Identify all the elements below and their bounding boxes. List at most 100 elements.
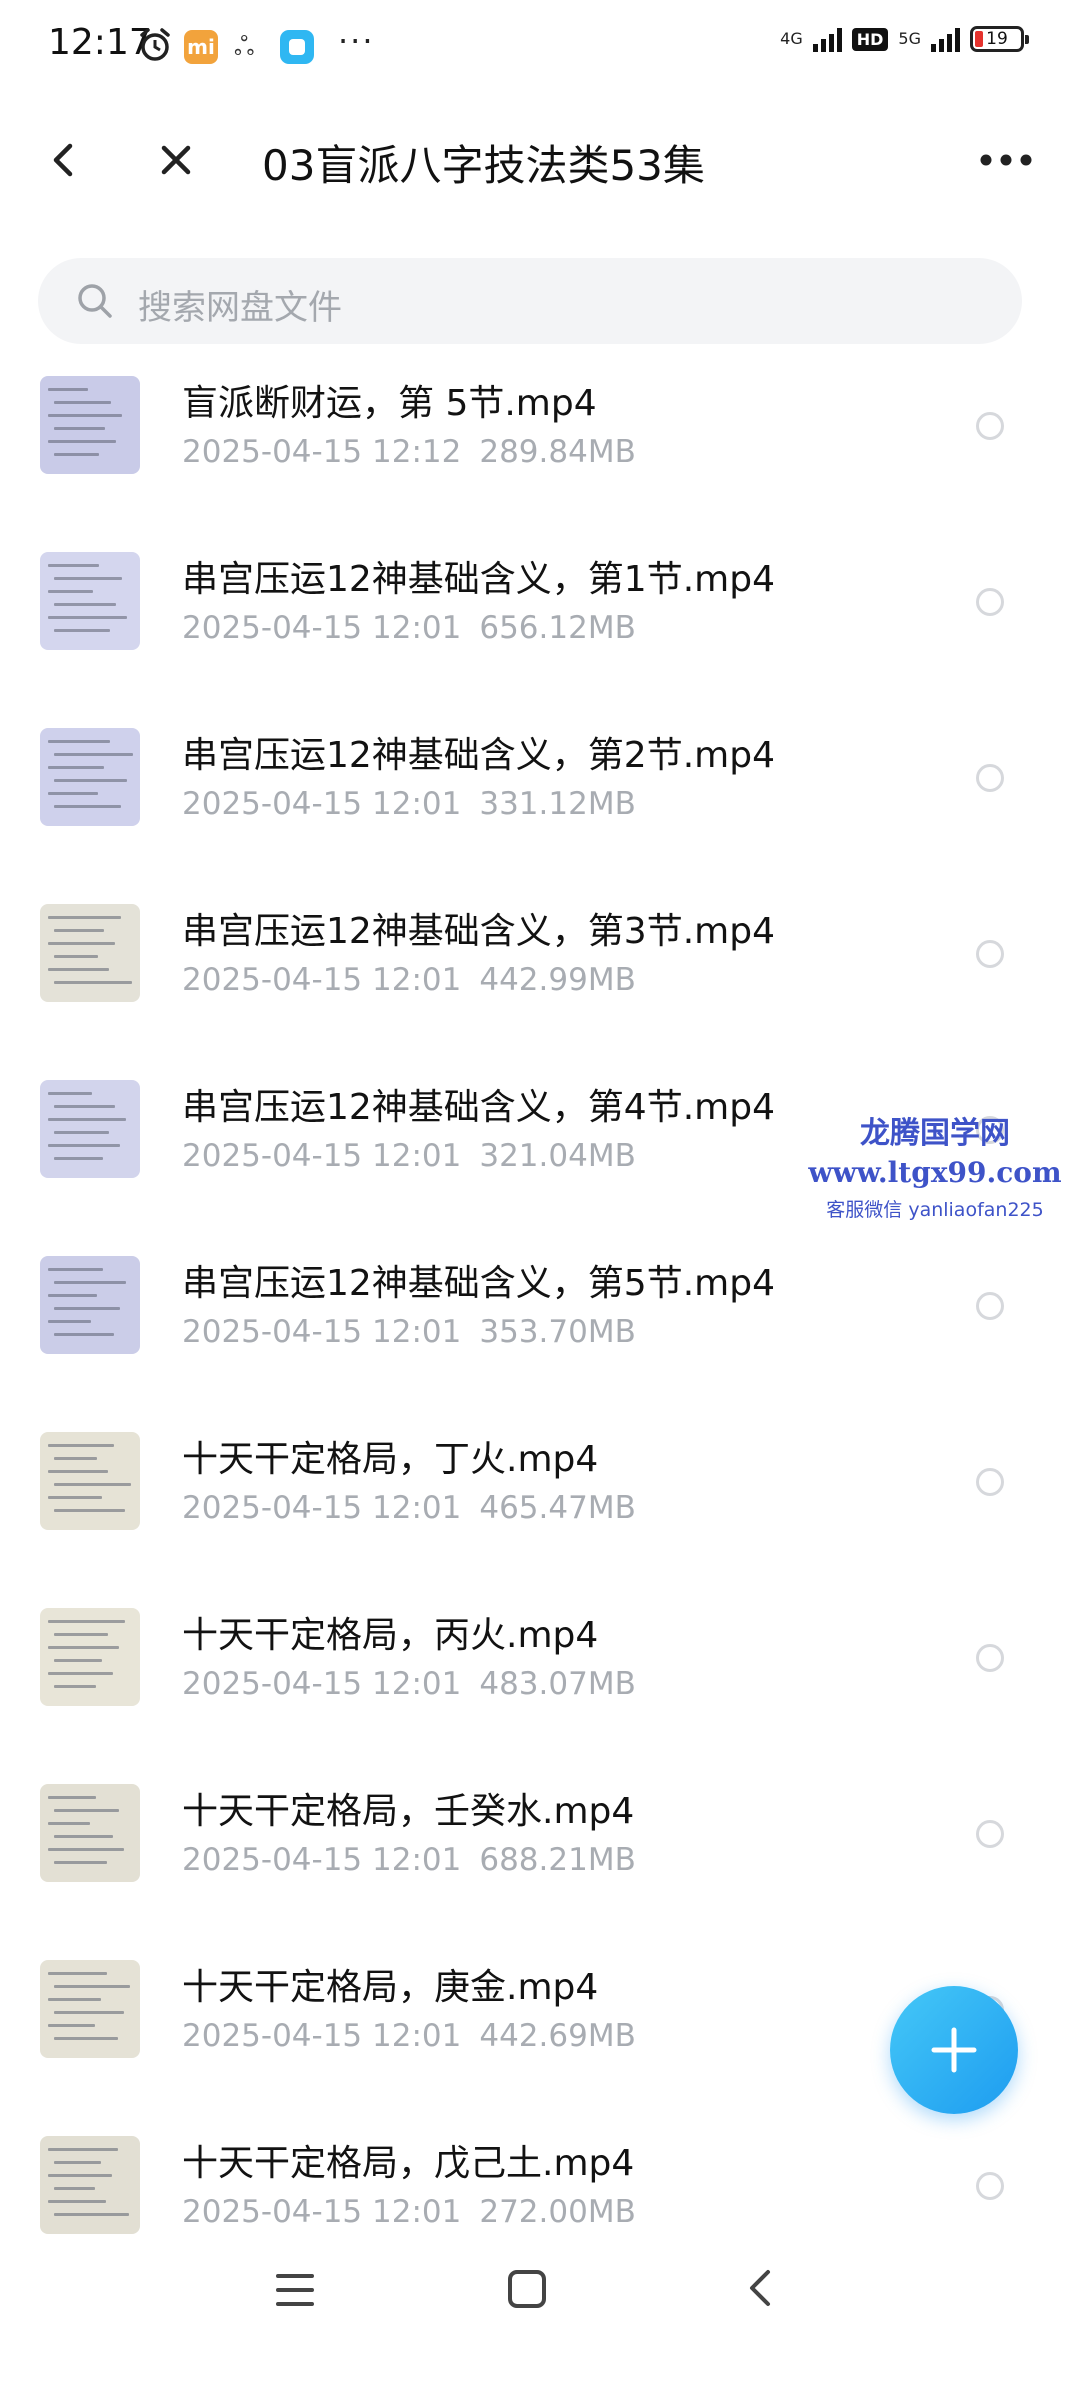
file-name: 串宫压运12神基础含义，第5节.mp4 bbox=[182, 1263, 775, 1304]
file-date: 2025-04-15 12:01 bbox=[182, 2194, 462, 2230]
file-meta: 2025-04-15 12:12 289.84MB bbox=[182, 434, 636, 470]
file-row[interactable]: 十天干定格局，丙火.mp4 2025-04-15 12:01 483.07MB bbox=[0, 1584, 1080, 1760]
home-square-icon[interactable] bbox=[504, 2266, 550, 2312]
select-checkbox[interactable] bbox=[976, 940, 1004, 968]
video-thumbnail bbox=[40, 1080, 140, 1178]
file-meta: 2025-04-15 12:01 442.99MB bbox=[182, 962, 636, 998]
alarm-icon bbox=[140, 28, 170, 61]
cloud-app-icon: ஃ bbox=[234, 32, 255, 62]
mi-app-icon: mi bbox=[184, 30, 218, 64]
network-5g-label: 5G bbox=[898, 29, 921, 48]
status-bar: 12:17 mi ஃ ··· 4G HD 5G 19 bbox=[0, 0, 1080, 92]
video-thumbnail bbox=[40, 552, 140, 650]
file-row[interactable]: 串宫压运12神基础含义，第1节.mp4 2025-04-15 12:01 656.1… bbox=[0, 528, 1080, 704]
watermark-url: www.ltgx99.com bbox=[808, 1156, 1062, 1189]
file-name: 十天干定格局，丙火.mp4 bbox=[182, 1615, 599, 1656]
signal-5g-icon bbox=[931, 26, 960, 52]
file-date: 2025-04-15 12:01 bbox=[182, 1490, 462, 1526]
search-placeholder: 搜索网盘文件 bbox=[138, 288, 342, 328]
file-size: 321.04MB bbox=[479, 1138, 636, 1174]
file-meta: 2025-04-15 12:01 442.69MB bbox=[182, 2018, 636, 2054]
file-size: 331.12MB bbox=[479, 786, 636, 822]
file-row[interactable]: 十天干定格局，丁火.mp4 2025-04-15 12:01 465.47MB bbox=[0, 1408, 1080, 1584]
file-meta: 2025-04-15 12:01 483.07MB bbox=[182, 1666, 636, 1702]
video-thumbnail bbox=[40, 1432, 140, 1530]
network-4g-label: 4G bbox=[780, 29, 803, 48]
file-name: 串宫压运12神基础含义，第4节.mp4 bbox=[182, 1087, 775, 1128]
file-name: 十天干定格局，丁火.mp4 bbox=[182, 1439, 599, 1480]
watermark-site-name: 龙腾国学网 bbox=[860, 1116, 1010, 1151]
file-name: 十天干定格局，戊己土.mp4 bbox=[182, 2143, 635, 2184]
file-size: 465.47MB bbox=[479, 1490, 636, 1526]
plus-icon bbox=[931, 2027, 977, 2073]
select-checkbox[interactable] bbox=[976, 412, 1004, 440]
select-checkbox[interactable] bbox=[976, 1644, 1004, 1672]
add-button[interactable] bbox=[890, 1986, 1018, 2114]
file-date: 2025-04-15 12:01 bbox=[182, 2018, 462, 2054]
video-thumbnail bbox=[40, 1608, 140, 1706]
video-thumbnail bbox=[40, 376, 140, 474]
file-name: 串宫压运12神基础含义，第2节.mp4 bbox=[182, 735, 775, 776]
search-input[interactable]: 搜索网盘文件 bbox=[38, 258, 1022, 344]
file-date: 2025-04-15 12:01 bbox=[182, 1138, 462, 1174]
file-meta: 2025-04-15 12:01 353.70MB bbox=[182, 1314, 636, 1350]
file-row[interactable]: 串宫压运12神基础含义，第5节.mp4 2025-04-15 12:01 353.7… bbox=[0, 1232, 1080, 1408]
select-checkbox[interactable] bbox=[976, 1292, 1004, 1320]
chevron-left-icon[interactable] bbox=[40, 136, 88, 184]
select-checkbox[interactable] bbox=[976, 764, 1004, 792]
file-row[interactable]: 串宫压运12神基础含义，第3节.mp4 2025-04-15 12:01 442.9… bbox=[0, 880, 1080, 1056]
video-thumbnail bbox=[40, 1960, 140, 2058]
file-size: 483.07MB bbox=[479, 1666, 636, 1702]
video-thumbnail bbox=[40, 2136, 140, 2234]
file-name: 十天干定格局，庚金.mp4 bbox=[182, 1967, 599, 2008]
file-size: 353.70MB bbox=[479, 1314, 636, 1350]
select-checkbox[interactable] bbox=[976, 588, 1004, 616]
system-nav-bar bbox=[0, 2240, 1080, 2340]
file-row[interactable]: 十天干定格局，壬癸水.mp4 2025-04-15 12:01 688.21MB bbox=[0, 1760, 1080, 1936]
file-date: 2025-04-15 12:01 bbox=[182, 962, 462, 998]
file-date: 2025-04-15 12:12 bbox=[182, 434, 462, 470]
file-name: 盲派断财运，第 5节.mp4 bbox=[182, 383, 597, 424]
signal-4g-icon bbox=[812, 26, 842, 52]
file-date: 2025-04-15 12:01 bbox=[182, 1314, 462, 1350]
menu-icon[interactable] bbox=[272, 2268, 318, 2312]
select-checkbox[interactable] bbox=[976, 1820, 1004, 1848]
file-size: 442.69MB bbox=[479, 2018, 636, 2054]
file-name: 串宫压运12神基础含义，第1节.mp4 bbox=[182, 559, 775, 600]
file-size: 442.99MB bbox=[479, 962, 636, 998]
video-thumbnail bbox=[40, 1784, 140, 1882]
nav-back-icon[interactable] bbox=[740, 2264, 780, 2312]
file-date: 2025-04-15 12:01 bbox=[182, 610, 462, 646]
watermark-contact: 客服微信 yanliaofan225 bbox=[826, 1199, 1044, 1221]
file-row[interactable]: 盲派断财运，第 5节.mp4 2025-04-15 12:12 289.84MB bbox=[0, 352, 1080, 528]
file-meta: 2025-04-15 12:01 331.12MB bbox=[182, 786, 636, 822]
file-size: 656.12MB bbox=[479, 610, 636, 646]
select-checkbox[interactable] bbox=[976, 1468, 1004, 1496]
battery-percent: 19 bbox=[986, 29, 1008, 49]
file-size: 688.21MB bbox=[479, 1842, 636, 1878]
select-checkbox[interactable] bbox=[976, 2172, 1004, 2200]
file-row[interactable]: 串宫压运12神基础含义，第2节.mp4 2025-04-15 12:01 331.1… bbox=[0, 704, 1080, 880]
battery-icon: 19 bbox=[970, 26, 1029, 52]
file-meta: 2025-04-15 12:01 465.47MB bbox=[182, 1490, 636, 1526]
search-icon bbox=[78, 284, 112, 318]
more-horizontal-icon[interactable] bbox=[976, 136, 1036, 184]
file-meta: 2025-04-15 12:01 272.00MB bbox=[182, 2194, 636, 2230]
file-size: 272.00MB bbox=[479, 2194, 636, 2230]
more-notifications-icon: ··· bbox=[338, 22, 375, 60]
message-app-icon bbox=[280, 30, 314, 64]
file-meta: 2025-04-15 12:01 321.04MB bbox=[182, 1138, 636, 1174]
file-meta: 2025-04-15 12:01 688.21MB bbox=[182, 1842, 636, 1878]
status-indicators: 4G HD 5G 19 bbox=[780, 26, 1029, 52]
video-thumbnail bbox=[40, 904, 140, 1002]
close-icon[interactable] bbox=[152, 136, 200, 184]
file-name: 串宫压运12神基础含义，第3节.mp4 bbox=[182, 911, 775, 952]
file-date: 2025-04-15 12:01 bbox=[182, 1842, 462, 1878]
file-date: 2025-04-15 12:01 bbox=[182, 1666, 462, 1702]
watermark: 龙腾国学网 www.ltgx99.com 客服微信 yanliaofan225 bbox=[800, 1108, 1070, 1222]
hd-badge: HD bbox=[851, 27, 889, 51]
file-size: 289.84MB bbox=[479, 434, 636, 470]
video-thumbnail bbox=[40, 1256, 140, 1354]
video-thumbnail bbox=[40, 728, 140, 826]
file-date: 2025-04-15 12:01 bbox=[182, 786, 462, 822]
